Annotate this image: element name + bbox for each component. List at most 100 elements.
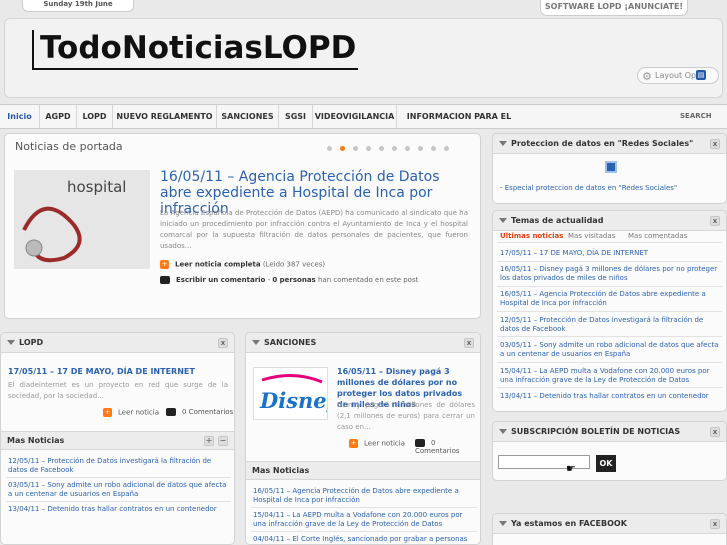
lopd-box-header[interactable]: LOPD x [1, 333, 234, 353]
list-item[interactable]: 13/04/11 – Detenido tras hallar contrato… [500, 392, 720, 401]
sanciones-comments-row: 0 Comentarios [415, 439, 480, 455]
nav-lopd[interactable]: LOPD [77, 105, 113, 128]
nav-nuevo-reglamento[interactable]: NUEVO REGLAMENTO [113, 105, 217, 128]
list-item[interactable]: 13/04/11 – Detenido tras hallar contrato… [8, 505, 230, 514]
newsletter-ok-button[interactable]: OK [596, 455, 616, 472]
divider [497, 362, 722, 363]
image-caption-word: hospital [67, 178, 127, 196]
list-item[interactable]: 15/04/11 – La AEPD multa a Vodafone con … [500, 367, 720, 385]
featured-image[interactable]: hospital [14, 170, 150, 269]
list-item[interactable]: 03/05/11 – Sony admite un robo adicional… [500, 341, 720, 359]
boletin-title: SUBSCRIPCIÓN BOLETÍN DE NOTICIAS [511, 427, 681, 436]
list-item[interactable]: 16/05/11 – Agencia Protección de Datos a… [500, 290, 720, 308]
slide-dot[interactable] [431, 146, 436, 151]
slide-dot[interactable] [327, 146, 332, 151]
lopd-comments[interactable]: 0 Comentarios [182, 408, 233, 416]
featured-body: La Agencia Española de Protección de Dat… [160, 209, 468, 250]
comment-tail: han comentado en este post [317, 276, 419, 284]
slide-dot-active[interactable] [340, 146, 345, 151]
tab-ultimas-noticias[interactable]: Ultimas noticias [500, 232, 563, 240]
list-item[interactable]: 12/05/11 – Protección de Datos investiga… [500, 316, 720, 334]
plus-icon[interactable]: + [204, 436, 214, 446]
collapse-arrow-icon[interactable] [499, 141, 507, 146]
collapse-arrow-icon[interactable] [499, 218, 507, 223]
list-item[interactable]: 12/05/11 – Protección de Datos investiga… [8, 457, 230, 475]
divider [497, 387, 722, 388]
close-icon[interactable]: x [710, 139, 720, 149]
search-button[interactable]: SEARCH [680, 104, 725, 129]
facebook-box-header[interactable]: Ya estamos en FACEBOOK x [493, 514, 726, 534]
lopd-read-link[interactable]: Leer noticia [118, 409, 159, 417]
close-icon[interactable]: x [710, 427, 720, 437]
nav-agpd[interactable]: AGPD [40, 105, 77, 128]
layout-options-button[interactable]: ⚙ Layout Op ▤ [637, 67, 719, 84]
close-icon[interactable]: x [464, 338, 474, 348]
site-logo[interactable]: TodoNoticiasLOPD [32, 30, 356, 70]
list-item[interactable]: 04/04/11 – El Corte Inglés, sancionado p… [253, 535, 475, 544]
slide-dot[interactable] [353, 146, 358, 151]
plus-icon: + [160, 260, 169, 269]
slide-dot[interactable] [405, 146, 410, 151]
sanciones-more-title: Mas Noticias [252, 466, 310, 475]
redes-title: Proteccion de datos en "Redes Sociales" [511, 139, 694, 148]
collapse-arrow-icon[interactable] [499, 429, 507, 434]
nav-sanciones[interactable]: SANCIONES [217, 105, 279, 128]
list-item[interactable]: 16/05/11 – Disney pagá 3 millones de dól… [500, 265, 720, 283]
minus-icon[interactable]: − [218, 436, 228, 446]
redes-link[interactable]: - Especial proteccion de datos en "Redes… [500, 184, 720, 193]
redes-box: Proteccion de datos en "Redes Sociales" … [492, 133, 727, 204]
tab-mas-visitadas[interactable]: Mas visitadas [568, 232, 615, 240]
nav-sgsi[interactable]: SGSI [279, 105, 313, 128]
list-item[interactable]: 17/05/11 – 17 DE MAYO, DÍA DE INTERNET [500, 249, 720, 258]
temas-box-header[interactable]: Temas de actualidad x [493, 211, 726, 231]
slide-dot[interactable] [418, 146, 423, 151]
sanciones-article-body: Disney pagará 3 millones de dólares (2,1… [337, 401, 475, 431]
sanciones-box-header[interactable]: SANCIONES x [246, 333, 480, 353]
collapse-arrow-icon[interactable] [252, 340, 260, 345]
comment-row: Escribir un comentario - 0 personas han … [160, 276, 418, 284]
collapse-arrow-icon[interactable] [499, 521, 507, 526]
lopd-article-body: El diadeinternet es un proyecto en red q… [8, 381, 228, 400]
divider [6, 501, 231, 502]
list-item[interactable]: 03/05/11 – Sony admite un robo adicional… [8, 481, 230, 499]
nav-videovigilancia[interactable]: VIDEOVIGILANCIA [313, 105, 397, 128]
list-item[interactable]: 16/05/11 – Agencia Protección de Datos a… [253, 487, 475, 505]
options-icon[interactable]: ▤ [696, 70, 706, 80]
nav-informacion-usuario[interactable]: INFORMACION PARA EL USUARIO [397, 105, 521, 144]
close-icon[interactable]: x [710, 519, 720, 529]
read-full-link[interactable]: Leer noticia completa [175, 261, 261, 269]
collapse-arrow-icon[interactable] [7, 340, 15, 345]
boletin-box-header[interactable]: SUBSCRIPCIÓN BOLETÍN DE NOTICIAS x [493, 422, 726, 442]
divider [497, 311, 722, 312]
read-full-row: + Leer noticia completa (Leido 387 veces) [160, 260, 325, 269]
sanciones-read-link[interactable]: Leer noticia [364, 440, 405, 448]
newsletter-email-input[interactable] [498, 455, 590, 469]
social-network-icon[interactable] [605, 161, 617, 173]
temas-title: Temas de actualidad [511, 216, 604, 225]
redes-box-header[interactable]: Proteccion de datos en "Redes Sociales" … [493, 134, 726, 154]
logo-underline [32, 68, 358, 70]
disney-image[interactable]: Disney [253, 367, 328, 420]
nav-inicio[interactable]: Inicio [0, 105, 40, 128]
divider [251, 531, 477, 532]
slide-dot[interactable] [444, 146, 449, 151]
tab-mas-comentadas[interactable]: Mas comentadas [628, 232, 687, 240]
close-icon[interactable]: x [710, 216, 720, 226]
boletin-box: SUBSCRIPCIÓN BOLETÍN DE NOTICIAS x [492, 421, 727, 481]
write-comment-link[interactable]: Escribir un comentario [176, 276, 265, 284]
close-icon[interactable]: x [218, 338, 228, 348]
list-item[interactable]: 15/04/11 – La AEPD multa a Vodafone con … [253, 511, 475, 529]
slide-dot[interactable] [366, 146, 371, 151]
slide-dot[interactable] [392, 146, 397, 151]
lopd-comments-row: 0 Comentarios [166, 408, 233, 416]
comment-icon [415, 439, 425, 447]
disney-logo-icon: Disney [254, 368, 328, 419]
divider [497, 336, 722, 337]
divider [497, 242, 722, 243]
lopd-article-title[interactable]: 17/05/11 – 17 DE MAYO, DÍA DE INTERNET [8, 366, 228, 377]
lopd-box: LOPD x 17/05/11 – 17 DE MAYO, DÍA DE INT… [0, 332, 235, 545]
promo-link[interactable]: SOFTWARE LOPD ¡ANUNCIATE! [540, 0, 688, 16]
cursor-hand-icon: ☛ [566, 462, 576, 475]
svg-text:Disney: Disney [259, 388, 328, 413]
slide-dot[interactable] [379, 146, 384, 151]
